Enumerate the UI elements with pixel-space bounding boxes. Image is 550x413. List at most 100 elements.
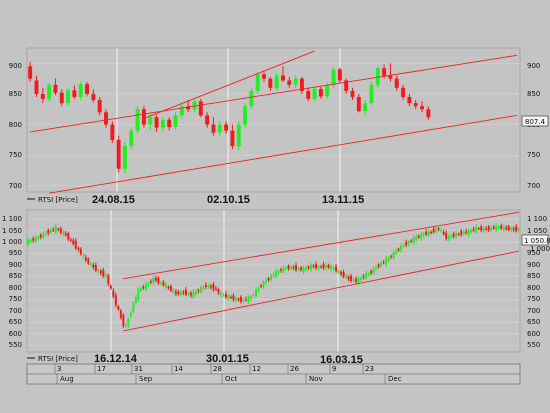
bot-candle-body-131 [355, 279, 358, 282]
top-candle-body-63 [426, 109, 431, 118]
bot-candle-body-117 [320, 266, 323, 268]
bot-candle-body-102 [282, 267, 285, 272]
bot-ytick-1100: 1 100 [2, 215, 22, 223]
bot-candle-body-180 [477, 228, 480, 230]
bot-candle-body-81 [229, 297, 232, 299]
top-right-ytick-750: 750 [527, 151, 540, 159]
top-ytick-800: 800 [9, 121, 22, 129]
bot-candle-body-174 [462, 231, 465, 235]
bot-candle-body-37 [119, 310, 122, 318]
bot-candle-body-169 [450, 235, 453, 237]
top-candle-body-31 [224, 124, 229, 131]
top-candle-body-9 [85, 84, 90, 94]
bot-candle-body-125 [340, 272, 343, 275]
bot-right-ytick-750: 750 [527, 295, 540, 303]
bot-candle-body-11 [54, 226, 57, 233]
bot-candle-body-73 [209, 285, 212, 288]
bot-candle-body-97 [269, 275, 272, 280]
bot-candle-body-189 [500, 225, 503, 229]
bot-ytick-1000: 1 000 [2, 238, 22, 246]
top-candle-body-10 [91, 93, 96, 101]
bot-right-ytick-600: 600 [527, 330, 540, 338]
bot-candle-body-61 [179, 291, 182, 295]
top-right-ytick-900: 900 [527, 62, 540, 70]
top-candle-body-4 [53, 84, 58, 93]
top-candle-body-12 [104, 112, 108, 125]
top-right-ytick-850: 850 [527, 90, 540, 98]
bot-candle-body-8 [47, 230, 50, 234]
top-date-annotation-1: 24.08.15 [92, 194, 135, 206]
bot-candle-body-168 [447, 235, 450, 240]
bot-candle-body-15 [64, 233, 67, 236]
bot-candle-body-31 [104, 275, 107, 277]
bot-candle-body-21 [79, 248, 82, 255]
top-candle-body-40 [281, 75, 285, 81]
bot-candle-body-105 [290, 266, 293, 269]
top-candle-body-59 [401, 87, 406, 98]
bot-candle-body-166 [442, 231, 445, 235]
bot-right-ytick-900: 900 [527, 261, 540, 269]
top-candle-body-46 [318, 89, 323, 97]
bot-ytick-650: 650 [9, 318, 22, 326]
bot-candle-body-33 [109, 286, 112, 289]
bottom-candles [27, 223, 520, 329]
bot-candle-body-137 [370, 271, 373, 274]
top-candle-body-41 [287, 80, 292, 85]
bot-candle-body-45 [139, 288, 142, 291]
bot-candle-body-53 [159, 282, 162, 284]
bot-candle-body-86 [242, 299, 245, 302]
bot-candle-body-2 [32, 238, 35, 241]
bot-candle-body-142 [382, 262, 385, 264]
bot-candle-body-38 [122, 315, 125, 326]
bot-candle-body-132 [357, 277, 360, 284]
bot-candle-body-140 [377, 264, 380, 267]
bot-candle-body-130 [352, 279, 355, 281]
bot-candle-body-9 [49, 229, 52, 233]
bot-candle-body-159 [425, 231, 428, 235]
bot-candle-body-157 [420, 233, 423, 239]
bot-candle-body-149 [400, 245, 403, 251]
bot-candle-body-35 [114, 295, 117, 305]
bot-candle-body-4 [37, 237, 40, 239]
bot-candle-body-152 [407, 241, 410, 245]
bot-candle-body-116 [317, 266, 320, 269]
bot-candle-body-167 [445, 232, 448, 239]
bot-candle-body-100 [277, 270, 280, 274]
bot-candle-body-89 [249, 296, 252, 299]
bot-candle-body-26 [92, 264, 95, 268]
bot-candle-body-194 [512, 228, 515, 230]
bot-candle-body-135 [365, 273, 368, 279]
bot-candle-body-123 [335, 266, 338, 272]
bot-candle-body-40 [127, 319, 130, 327]
top-candle-body-18 [141, 109, 146, 125]
bot-right-ytick-1100: 1 100 [527, 215, 547, 223]
bot-candle-body-69 [199, 287, 202, 293]
bot-candle-body-109 [300, 267, 303, 270]
top-candle-body-44 [306, 90, 311, 99]
bot-candle-body-98 [272, 274, 275, 276]
top-candle-body-5 [59, 92, 64, 104]
bot-candle-body-111 [305, 268, 308, 271]
bot-candle-body-175 [465, 231, 468, 233]
bot-candle-body-181 [480, 226, 483, 231]
top-candle-body-27 [198, 101, 203, 116]
bot-candle-body-150 [402, 245, 405, 247]
top-date-annotation-2: 02.10.15 [207, 194, 250, 206]
bot-candle-body-79 [224, 293, 227, 298]
top-candle-body-30 [217, 124, 222, 133]
bot-ytick-1050: 1 050 [2, 227, 22, 235]
bot-candle-body-63 [184, 289, 187, 295]
bot-candle-body-27 [94, 265, 97, 271]
bot-candle-body-170 [452, 233, 455, 237]
top-candle-body-23 [173, 115, 178, 128]
bot-ytick-600: 600 [9, 330, 22, 338]
bot-candle-body-178 [472, 228, 475, 231]
bot-ytick-900: 900 [9, 261, 22, 269]
bot-candle-body-44 [137, 288, 140, 300]
bot-candle-body-115 [315, 264, 318, 269]
bot-candle-body-0 [27, 239, 30, 245]
day-tick-31: 31 [134, 365, 143, 373]
bot-candle-body-196 [517, 228, 520, 231]
top-candle-body-55 [375, 68, 380, 85]
bot-candle-body-41 [129, 312, 132, 317]
